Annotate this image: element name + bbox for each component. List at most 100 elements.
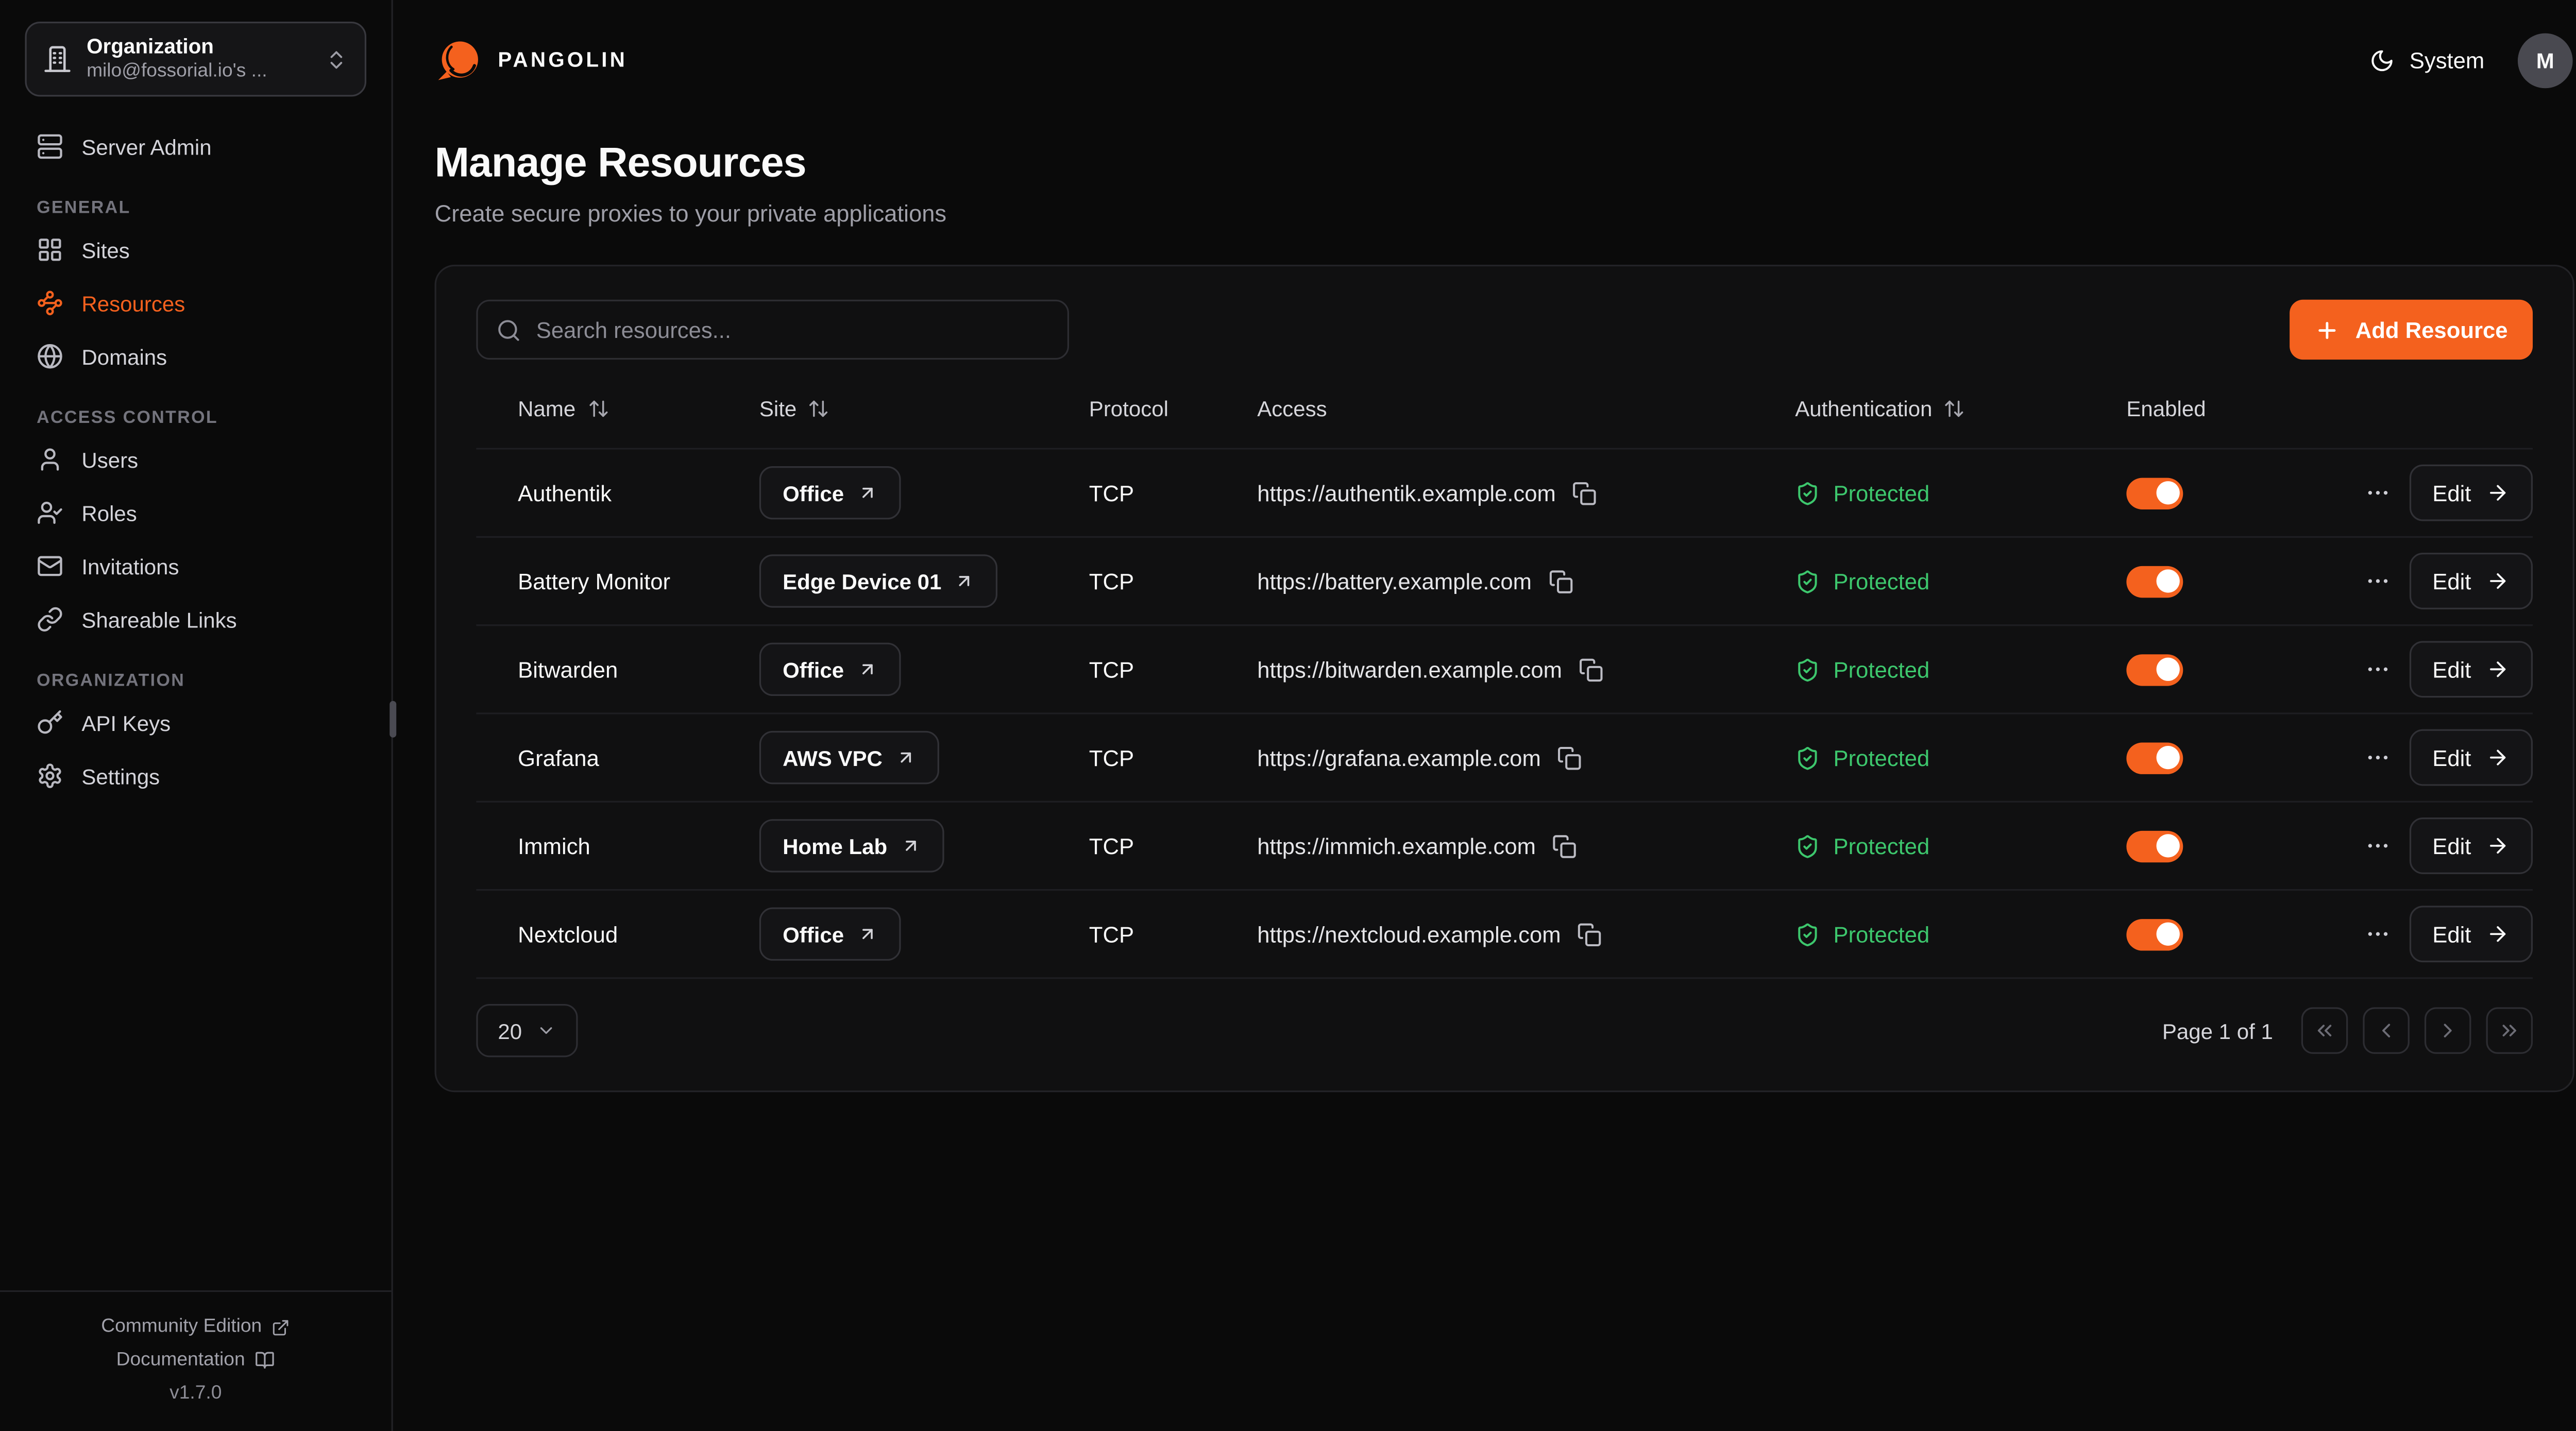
topbar: PANGOLIN System M [393, 0, 2576, 120]
auth-status: Protected [1834, 745, 1930, 770]
protocol-value: TCP [1089, 657, 1257, 682]
auth-status: Protected [1834, 569, 1930, 593]
sidebar-item-label: API Keys [81, 710, 171, 735]
org-selector[interactable]: Organization milo@fossorial.io's ... [25, 22, 366, 97]
copy-icon[interactable] [1557, 745, 1582, 770]
arrow-up-right-icon [857, 924, 877, 944]
copy-icon[interactable] [1572, 480, 1597, 505]
row-menu-button[interactable] [2361, 917, 2394, 951]
row-menu-button[interactable] [2361, 565, 2394, 598]
search-input[interactable] [536, 317, 1049, 342]
page-size-select[interactable]: 20 [476, 1004, 579, 1057]
site-name: AWS VPC [783, 745, 883, 770]
site-link-button[interactable]: Edge Device 01 [759, 554, 998, 607]
sidebar-item-roles[interactable]: Roles [25, 486, 366, 539]
sidebar-item-users[interactable]: Users [25, 433, 366, 486]
resources-card: Add Resource Name Site Protocol Ac [435, 265, 2574, 1092]
sidebar-item-shareable-links[interactable]: Shareable Links [25, 593, 366, 646]
sidebar-item-server-admin[interactable]: Server Admin [25, 120, 366, 173]
documentation-link[interactable]: Documentation [0, 1343, 392, 1377]
site-link-button[interactable]: Office [759, 466, 901, 519]
row-menu-button[interactable] [2361, 476, 2394, 509]
enabled-toggle[interactable] [2126, 477, 2183, 508]
shield-check-icon [1795, 922, 1820, 946]
site-link-button[interactable]: AWS VPC [759, 731, 939, 784]
page-header: Manage Resources Create secure proxies t… [393, 120, 2576, 227]
sidebar-item-label: Server Admin [81, 134, 211, 159]
theme-label: System [2410, 47, 2484, 72]
enabled-toggle[interactable] [2126, 918, 2183, 950]
sidebar-item-api-keys[interactable]: API Keys [25, 696, 366, 749]
sidebar-item-domains[interactable]: Domains [25, 330, 366, 383]
row-menu-button[interactable] [2361, 829, 2394, 863]
column-authentication: Authentication [1795, 396, 1932, 421]
theme-toggle[interactable]: System [2369, 47, 2484, 72]
enabled-toggle[interactable] [2126, 830, 2183, 861]
access-url[interactable]: https://immich.example.com [1257, 833, 1536, 858]
enabled-toggle[interactable] [2126, 654, 2183, 685]
section-label-general: GENERAL [37, 198, 354, 218]
copy-icon[interactable] [1579, 657, 1603, 682]
last-page-button[interactable] [2486, 1007, 2533, 1053]
sort-icon[interactable] [1944, 398, 1965, 419]
edit-button[interactable]: Edit [2409, 817, 2533, 874]
page-title: Manage Resources [435, 140, 2570, 188]
search-icon [496, 317, 521, 342]
sidebar-item-label: Invitations [81, 554, 179, 578]
section-label-organization: ORGANIZATION [37, 671, 354, 691]
edit-button[interactable]: Edit [2409, 641, 2533, 697]
sidebar-footer: Community Edition Documentation v1.7.0 [0, 1290, 392, 1431]
sidebar-item-resources[interactable]: Resources [25, 277, 366, 330]
access-url[interactable]: https://bitwarden.example.com [1257, 657, 1562, 682]
edit-button[interactable]: Edit [2409, 906, 2533, 962]
row-menu-button[interactable] [2361, 741, 2394, 774]
site-link-button[interactable]: Office [759, 643, 901, 696]
prev-page-button[interactable] [2363, 1007, 2409, 1053]
next-page-button[interactable] [2425, 1007, 2471, 1053]
edit-button[interactable]: Edit [2409, 465, 2533, 521]
community-edition-label: Community Edition [101, 1317, 262, 1337]
enabled-toggle[interactable] [2126, 565, 2183, 597]
sort-icon[interactable] [587, 398, 609, 419]
protocol-value: TCP [1089, 569, 1257, 593]
edit-button[interactable]: Edit [2409, 729, 2533, 786]
access-url[interactable]: https://grafana.example.com [1257, 745, 1541, 770]
copy-icon[interactable] [1548, 569, 1573, 593]
sidebar-item-sites[interactable]: Sites [25, 224, 366, 277]
sort-icon[interactable] [808, 398, 830, 419]
resource-name: Nextcloud [476, 922, 759, 946]
card-toolbar: Add Resource [476, 300, 2533, 360]
access-url[interactable]: https://nextcloud.example.com [1257, 922, 1561, 946]
add-resource-button[interactable]: Add Resource [2291, 300, 2533, 360]
auth-status: Protected [1834, 922, 1930, 946]
access-url[interactable]: https://battery.example.com [1257, 569, 1532, 593]
section-label-access-control: ACCESS CONTROL [37, 408, 354, 428]
org-name: Organization [87, 33, 310, 61]
table-header: Name Site Protocol Access Authentication [476, 370, 2533, 450]
sidebar-resize-handle[interactable] [389, 701, 396, 738]
main-content: PANGOLIN System M Manage Resources Creat… [393, 0, 2576, 1431]
arrow-up-right-icon [901, 836, 921, 856]
sidebar-item-invitations[interactable]: Invitations [25, 540, 366, 593]
site-link-button[interactable]: Office [759, 907, 901, 960]
sites-icon [37, 237, 63, 264]
book-icon [255, 1350, 275, 1370]
arrow-right-icon [2486, 658, 2510, 681]
enabled-toggle[interactable] [2126, 742, 2183, 773]
edit-button[interactable]: Edit [2409, 553, 2533, 609]
row-menu-button[interactable] [2361, 653, 2394, 686]
sidebar-item-label: Settings [81, 764, 160, 789]
sidebar-item-label: Domains [81, 344, 167, 369]
first-page-button[interactable] [2301, 1007, 2348, 1053]
copy-icon[interactable] [1552, 833, 1577, 858]
table-row: Bitwarden Office TCP https://bitwarden.e… [476, 626, 2533, 714]
sidebar-item-label: Resources [81, 291, 185, 316]
external-link-icon [272, 1318, 291, 1336]
site-link-button[interactable]: Home Lab [759, 819, 944, 872]
access-url[interactable]: https://authentik.example.com [1257, 480, 1556, 505]
copy-icon[interactable] [1578, 922, 1602, 946]
community-edition-link[interactable]: Community Edition [0, 1310, 392, 1344]
sidebar-item-settings[interactable]: Settings [25, 749, 366, 803]
avatar[interactable]: M [2518, 32, 2573, 88]
arrow-right-icon [2486, 481, 2510, 504]
